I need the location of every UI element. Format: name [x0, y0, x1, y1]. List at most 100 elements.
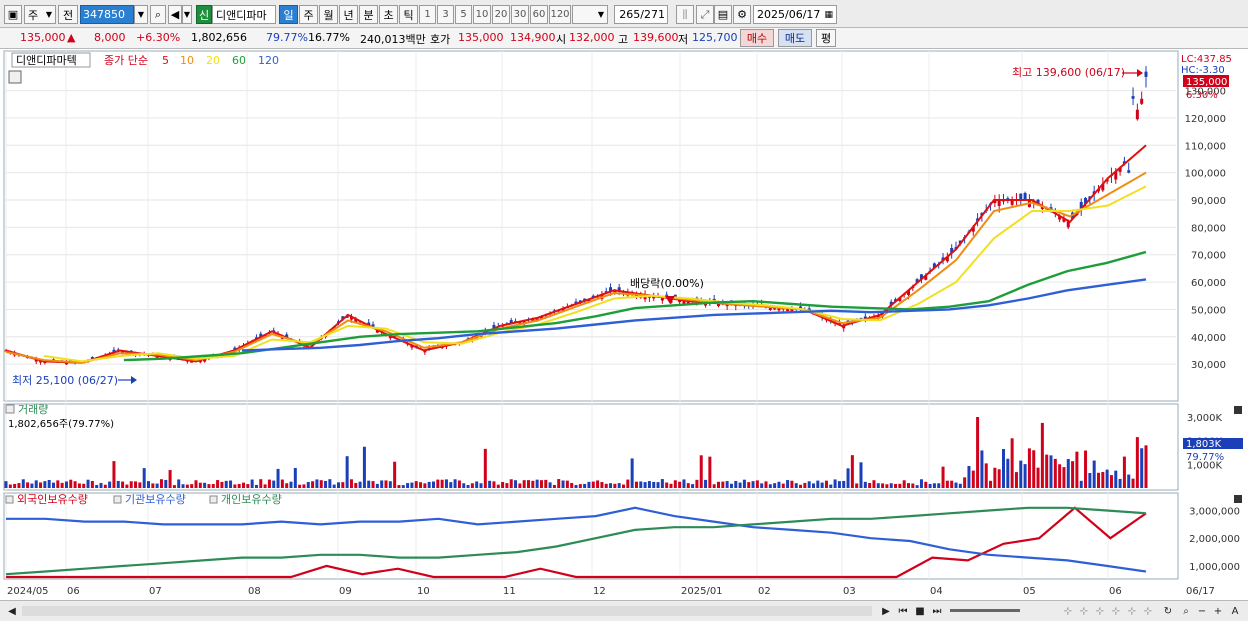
volume-bar — [997, 469, 1001, 488]
zoom-in-icon[interactable]: + — [1210, 603, 1226, 619]
volume-bar — [1058, 464, 1062, 488]
interval-select[interactable]: ▼ — [572, 5, 608, 24]
volume-bar — [1140, 448, 1144, 488]
volume-bar — [56, 480, 60, 488]
date-input[interactable]: 2025/06/17 ▦ — [753, 5, 837, 24]
volume-bar — [52, 482, 55, 488]
stock-chart[interactable]: 130,000120,000110,000100,00090,00080,000… — [0, 49, 1248, 604]
x-last-label: 06/17 — [1186, 586, 1215, 597]
candle-type-icon[interactable]: ⫼ — [676, 5, 694, 24]
volume-close-icon[interactable] — [1234, 406, 1242, 414]
tool-icon-a[interactable]: ⊹ — [1060, 603, 1076, 619]
volume-bar — [898, 483, 902, 488]
x-tick-label: 09 — [339, 586, 352, 597]
search-icon[interactable]: ⌕ — [150, 5, 166, 24]
tool-icon-e[interactable]: ⊹ — [1124, 603, 1140, 619]
zoom-out-icon[interactable]: − — [1194, 603, 1210, 619]
code-dropdown-icon[interactable]: ▼ — [134, 5, 148, 24]
volume-bar — [207, 484, 211, 488]
volume-tick-label: 3,000K — [1187, 413, 1223, 424]
gear-icon[interactable]: ⚙ — [733, 5, 751, 24]
volume-panel-icon[interactable] — [5, 404, 15, 414]
scroll-track[interactable] — [22, 606, 872, 616]
mode-select[interactable]: 주 ▼ — [24, 5, 56, 24]
minute-option-button[interactable]: 5 — [455, 5, 472, 24]
volume-bar — [699, 455, 703, 488]
eval-button[interactable]: 평 — [816, 29, 836, 47]
x-tick-label: 12 — [593, 586, 606, 597]
current-price: 135,000 — [20, 31, 66, 44]
zoom-slider[interactable] — [950, 609, 1020, 612]
price-tick-label: 110,000 — [1185, 141, 1226, 152]
tool-icon-b[interactable]: ⊹ — [1076, 603, 1092, 619]
speaker-dropdown-icon[interactable]: ▼ — [182, 5, 192, 24]
font-size-icon[interactable]: A — [1227, 603, 1243, 619]
sell-button[interactable]: 매도 — [778, 29, 812, 47]
minute-option-button[interactable]: 60 — [530, 5, 548, 24]
minute-option-button[interactable]: 10 — [473, 5, 491, 24]
tool-icon-c[interactable]: ⊹ — [1092, 603, 1108, 619]
volume-bar — [125, 484, 129, 488]
stop-icon[interactable]: ■ — [912, 603, 928, 619]
period-button[interactable]: 초 — [379, 5, 398, 24]
period-button[interactable]: 주 — [299, 5, 318, 24]
volume-bar — [1045, 454, 1049, 488]
layout-icon[interactable]: ▣ — [4, 5, 22, 24]
last-page-icon[interactable]: ⏭ — [929, 603, 945, 619]
volume-bar — [362, 446, 366, 488]
lc-label: LC:437.85 — [1181, 54, 1232, 65]
volume-bar — [514, 480, 518, 488]
minute-option-button[interactable]: 1 — [419, 5, 436, 24]
volume-bar — [963, 477, 967, 488]
stock-code-input[interactable]: 347850 — [80, 5, 134, 24]
volume-bar — [108, 481, 112, 488]
volume-bar — [233, 484, 237, 488]
prev-button[interactable]: 전 — [58, 5, 78, 24]
last-price-tag: 135,000 — [1186, 77, 1227, 88]
panel-settings-icon[interactable] — [8, 70, 22, 84]
reset-icon[interactable]: ↻ — [1160, 603, 1176, 619]
record-counter-value: 265 — [619, 8, 641, 21]
volume-bar — [617, 483, 621, 488]
tool-icon-d[interactable]: ⊹ — [1108, 603, 1124, 619]
volume-bar — [64, 481, 68, 488]
draw-tool-icon[interactable]: ⤢ — [696, 5, 714, 24]
new-badge: 신 — [196, 5, 212, 24]
holding-close-icon[interactable] — [1234, 495, 1242, 503]
scroll-right-icon[interactable]: ▶ — [878, 603, 894, 619]
period-button[interactable]: 틱 — [399, 5, 418, 24]
volume-bar — [181, 484, 185, 488]
volume-bar — [1092, 460, 1096, 488]
first-page-icon[interactable]: ⏮ — [895, 603, 911, 619]
zoom-search-icon[interactable]: ⌕ — [1178, 603, 1194, 619]
volume-bar — [367, 480, 371, 488]
minute-option-button[interactable]: 30 — [511, 5, 529, 24]
volume-bar — [682, 479, 686, 488]
period-button[interactable]: 월 — [319, 5, 338, 24]
volume-bar — [272, 480, 276, 488]
minute-option-button[interactable]: 20 — [492, 5, 510, 24]
minute-option-button[interactable]: 3 — [437, 5, 454, 24]
minute-option-button[interactable]: 120 — [549, 5, 571, 24]
volume-bar — [190, 484, 194, 488]
volume-bar — [345, 456, 349, 488]
volume-bar — [319, 480, 323, 488]
volume-bar — [958, 483, 962, 488]
volume-bar — [1131, 478, 1135, 488]
volume-bar — [539, 480, 543, 488]
stock-name-field[interactable]: 디앤디파마 — [212, 5, 276, 24]
speaker-icon[interactable]: ◀ — [168, 5, 182, 24]
record-counter[interactable]: 265/271 — [614, 5, 668, 24]
period-button[interactable]: 분 — [359, 5, 378, 24]
tool-icon-f[interactable]: ⊹ — [1140, 603, 1156, 619]
volume-bar — [945, 480, 949, 488]
volume-bar — [691, 484, 695, 488]
volume-bar — [483, 448, 487, 488]
buy-button[interactable]: 매수 — [740, 29, 774, 47]
volume-bar — [902, 480, 906, 488]
save-icon[interactable]: ▤ — [714, 5, 732, 24]
period-button[interactable]: 년 — [339, 5, 358, 24]
period-button[interactable]: 일 — [279, 5, 298, 24]
volume-bar — [470, 483, 474, 488]
scroll-left-icon[interactable]: ◀ — [4, 603, 20, 619]
